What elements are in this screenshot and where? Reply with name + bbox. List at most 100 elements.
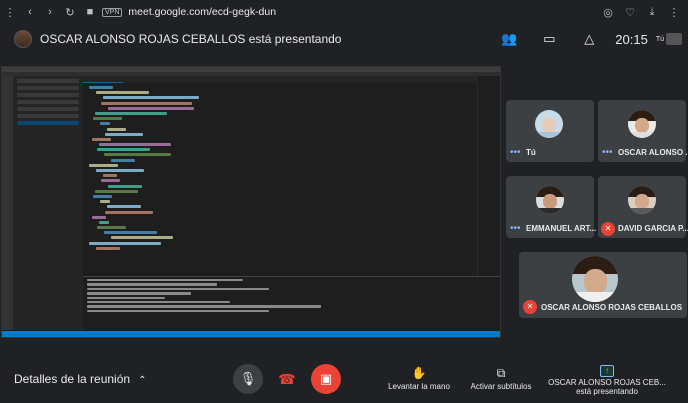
activities-icon[interactable]: △ (569, 31, 609, 47)
participant-name: EMMANUEL ART... (526, 224, 597, 233)
terminal-line (87, 300, 230, 304)
captions-label: Activar subtítulos (470, 382, 532, 391)
code-line (101, 101, 193, 105)
audio-indicator-icon: ••• (602, 147, 613, 158)
avatar (536, 186, 564, 214)
code-line (105, 210, 153, 214)
code-line (104, 231, 157, 235)
audio-indicator-icon: ••• (510, 223, 521, 234)
code-line (111, 236, 174, 240)
code-line (108, 184, 142, 188)
presenter-tile[interactable]: ✕ OSCAR ALONSO ROJAS CEBALLOS (519, 252, 687, 318)
code-line (107, 127, 127, 131)
hand-icon: ✋ (411, 366, 427, 380)
code-line (95, 189, 139, 193)
code-line (99, 143, 171, 147)
meeting-header: OSCAR ALONSO ROJAS CEBALLOS está present… (0, 24, 688, 54)
present-screen-wrap: ↑ (542, 362, 672, 377)
editor-code-pane (83, 76, 479, 276)
leave-call-button[interactable]: ☎ (272, 364, 302, 394)
presenting-title: OSCAR ALONSO ROJAS CEBALLOS está present… (40, 32, 342, 46)
chat-icon[interactable]: ▭ (529, 31, 569, 47)
address-bar[interactable]: meet.google.com/ecd-gegk-dun (128, 6, 598, 18)
back-icon[interactable]: ‹ (20, 6, 40, 18)
code-line (103, 174, 118, 178)
self-preview[interactable] (666, 33, 682, 45)
code-line (92, 215, 107, 219)
participant-tile-david[interactable]: ✕ DAVID GARCIA P... (598, 176, 688, 238)
participant-name: OSCAR ALONSO ROJAS CEBALLOS (541, 303, 683, 312)
editor-explorer (13, 76, 83, 330)
terminal-line (87, 296, 165, 299)
meeting-details-button[interactable]: Detalles de la reunión ⌃ (14, 372, 146, 386)
code-line (97, 226, 126, 230)
code-line (101, 179, 121, 183)
avatar (628, 186, 656, 214)
camera-toggle-button[interactable]: ▣ (311, 364, 341, 394)
code-line (100, 200, 110, 204)
editor-statusbar (2, 331, 500, 337)
present-screen-icon: ↑ (600, 365, 614, 377)
hang-up-icon: ☎ (278, 370, 296, 387)
participant-tile-oscar[interactable]: ••• OSCAR ALONSO ... (598, 100, 688, 162)
terminal-line (87, 279, 243, 282)
camera-indicator-icon[interactable]: ■ (80, 6, 100, 18)
clock: 20:15 (615, 31, 648, 47)
raise-hand-button[interactable]: ✋ Levantar la mano (388, 366, 450, 391)
participant-name: Tú (526, 148, 536, 157)
code-line (104, 153, 172, 157)
forward-icon[interactable]: › (40, 6, 60, 18)
browser-toolbar: ⋮ ‹ › ↻ ■ VPN meet.google.com/ecd-gegk-d… (0, 0, 688, 24)
participant-tile-emmanuel[interactable]: ••• EMMANUEL ART... (506, 176, 597, 238)
participant-tile-self[interactable]: ••• Tú (506, 100, 594, 162)
bookmark-icon[interactable]: ♡ (620, 6, 640, 19)
mic-off-icon: ✕ (601, 222, 615, 236)
editor-terminal (83, 276, 500, 330)
terminal-line (87, 287, 269, 291)
more-icon[interactable]: ⋮ (664, 6, 684, 19)
terminal-line (87, 309, 269, 313)
code-line (96, 91, 149, 95)
terminal-line (87, 292, 191, 295)
code-line (108, 106, 195, 110)
code-line (96, 169, 144, 172)
vpn-badge[interactable]: VPN (102, 7, 123, 17)
participant-name: OSCAR ALONSO ... (618, 148, 688, 157)
presenting-button[interactable]: ↑ OSCAR ALONSO ROJAS CEB... está present… (542, 362, 672, 396)
avatar (535, 110, 563, 138)
menu-dots-icon[interactable]: ⋮ (0, 6, 20, 19)
mic-toggle-button[interactable]: 🎙 (233, 364, 263, 394)
meet-window: ⋮ ‹ › ↻ ■ VPN meet.google.com/ecd-gegk-d… (0, 0, 688, 403)
code-line (100, 122, 110, 126)
mic-off-icon: ✕ (523, 300, 537, 314)
raise-hand-label: Levantar la mano (388, 382, 450, 391)
audio-indicator-icon: ••• (510, 147, 521, 158)
code-line (95, 111, 167, 115)
captions-button[interactable]: ⧉ Activar subtítulos (468, 366, 534, 391)
avatar (572, 256, 618, 302)
code-line (89, 86, 113, 89)
mic-off-icon: 🎙 (239, 371, 257, 386)
self-label: Tú (655, 35, 664, 43)
terminal-line (87, 305, 321, 308)
code-line (103, 96, 199, 100)
chevron-up-icon: ⌃ (138, 375, 147, 386)
terminal-line (87, 283, 217, 286)
code-line (89, 241, 161, 245)
download-icon[interactable]: ⤓ (642, 6, 662, 19)
editor-activity-bar (2, 76, 13, 330)
people-icon[interactable]: 👥 (489, 31, 529, 47)
code-line (107, 205, 141, 209)
avatar (628, 110, 656, 138)
shared-screen (1, 66, 501, 338)
presenter-avatar (14, 30, 32, 48)
code-line (111, 158, 135, 162)
code-line (93, 194, 113, 198)
bottom-bar: Detalles de la reunión ⌃ 🎙 ☎ ▣ ✋ Levantar… (0, 350, 688, 403)
code-line (99, 220, 109, 224)
reload-icon[interactable]: ↻ (60, 6, 80, 19)
captions-icon: ⧉ (496, 366, 506, 380)
editor-minimap (477, 76, 500, 276)
camera-off-icon: ▣ (319, 371, 333, 386)
screenshot-icon[interactable]: ◎ (598, 6, 618, 19)
